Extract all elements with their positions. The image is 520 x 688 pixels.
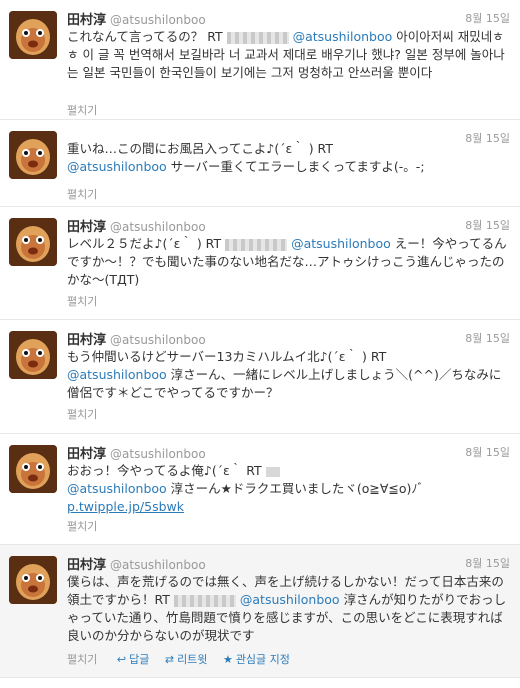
- expand-link[interactable]: 펼치기: [67, 406, 97, 422]
- redacted-handle: [225, 238, 288, 251]
- mention-link[interactable]: @atsushilonboo: [240, 592, 340, 607]
- tweet[interactable]: 田村淳 @atsushilonboo 8월 15일 これなんて言ってるの？ RT …: [0, 0, 520, 120]
- mention-link[interactable]: @atsushilonboo: [67, 159, 167, 174]
- mention-link[interactable]: @atsushilonboo: [67, 481, 167, 496]
- reply-icon: ↩: [116, 653, 127, 666]
- user-handle[interactable]: @atsushilonboo: [110, 13, 206, 27]
- tweet-time[interactable]: 8월 15일: [465, 555, 510, 571]
- favorite-label: 관심글 지정: [235, 653, 290, 666]
- user-fullname[interactable]: 田村淳: [67, 558, 106, 573]
- tweet[interactable]: 田村淳 @atsushilonboo 8월 15일 おおっ！今やってるよ俺♪(´ε…: [0, 434, 520, 545]
- tweet[interactable]: 田村淳 @atsushilonboo 8월 15일 僕らは、声を荒げるのでは無く、…: [0, 545, 520, 678]
- user-fullname[interactable]: 田村淳: [67, 447, 106, 462]
- tweet-text: レベル２５だよ♪(´ε｀ ) RT @atsushilonboo えー！今やって…: [67, 236, 507, 287]
- avatar[interactable]: [9, 131, 57, 179]
- tweet-time[interactable]: 8월 15일: [465, 444, 510, 460]
- mention-link[interactable]: @atsushilonboo: [67, 367, 167, 382]
- avatar[interactable]: [9, 11, 57, 59]
- retweet-icon: ⇄: [164, 653, 175, 666]
- expand-link[interactable]: 펼치기: [67, 518, 97, 534]
- expand-link[interactable]: 펼치기: [67, 653, 97, 666]
- user-handle[interactable]: @atsushilonboo: [110, 220, 206, 234]
- mention-link[interactable]: @atsushilonboo: [293, 29, 393, 44]
- tweet-text: 重いね…この間にお風呂入ってこよ♪(´ε｀ ) RT @atsushilonbo…: [67, 141, 425, 174]
- user-fullname[interactable]: 田村淳: [67, 13, 106, 28]
- tweet-text: おおっ！今やってるよ俺♪(´ε｀ RT @atsushilonboo 淳さーん★…: [67, 463, 424, 514]
- mention-link[interactable]: @atsushilonboo: [291, 236, 391, 251]
- tweet[interactable]: 田村淳 @atsushilonboo 8월 15일 レベル２５だよ♪(´ε｀ ) …: [0, 207, 520, 320]
- expand-link[interactable]: 펼치기: [67, 102, 97, 118]
- redacted-handle: [265, 466, 280, 477]
- user-handle[interactable]: @atsushilonboo: [110, 333, 206, 347]
- photo-link[interactable]: p.twipple.jp/5sbwk: [67, 499, 184, 514]
- user-fullname[interactable]: 田村淳: [67, 333, 106, 348]
- user-handle[interactable]: @atsushilonboo: [110, 558, 206, 572]
- avatar[interactable]: [9, 445, 57, 493]
- tweet[interactable]: 8월 15일 重いね…この間にお風呂入ってこよ♪(´ε｀ ) RT @atsus…: [0, 120, 520, 207]
- retweet-label: 리트윗: [177, 653, 208, 666]
- tweet-time[interactable]: 8월 15일: [465, 10, 510, 26]
- retweet-button[interactable]: ⇄ 리트윗: [165, 653, 208, 666]
- timeline: 田村淳 @atsushilonboo 8월 15일 これなんて言ってるの？ RT …: [0, 0, 520, 678]
- expand-link[interactable]: 펼치기: [67, 186, 97, 202]
- user-fullname[interactable]: 田村淳: [67, 220, 106, 235]
- reply-button[interactable]: ↩ 답글: [117, 653, 149, 666]
- tweet-text: 僕らは、声を荒げるのでは無く、声を上げ続けるしかない！だって日本古来の領土ですか…: [67, 574, 507, 643]
- tweet-actions: 펼치기 ↩ 답글 ⇄ 리트윗 ★ 관심글 지정: [67, 651, 302, 667]
- tweet-time[interactable]: 8월 15일: [465, 217, 510, 233]
- user-handle[interactable]: @atsushilonboo: [110, 447, 206, 461]
- expand-link[interactable]: 펼치기: [67, 293, 97, 309]
- reply-label: 답글: [129, 653, 150, 666]
- tweet-text: もう仲間いるけどサーバー13カミハルムイ北♪(´ε｀ ) RT @atsushi…: [67, 349, 502, 400]
- avatar[interactable]: [9, 556, 57, 604]
- redacted-handle: [226, 31, 289, 44]
- avatar[interactable]: [9, 218, 57, 266]
- redacted-handle: [173, 594, 236, 607]
- star-icon: ★: [222, 653, 233, 666]
- tweet-time[interactable]: 8월 15일: [465, 330, 510, 346]
- tweet[interactable]: 田村淳 @atsushilonboo 8월 15일 もう仲間いるけどサーバー13カ…: [0, 320, 520, 434]
- avatar[interactable]: [9, 331, 57, 379]
- favorite-button[interactable]: ★ 관심글 지정: [223, 653, 290, 666]
- tweet-text: これなんて言ってるの？ RT @atsushilonboo 아이아저씨 재밌네ㅎ…: [67, 29, 505, 80]
